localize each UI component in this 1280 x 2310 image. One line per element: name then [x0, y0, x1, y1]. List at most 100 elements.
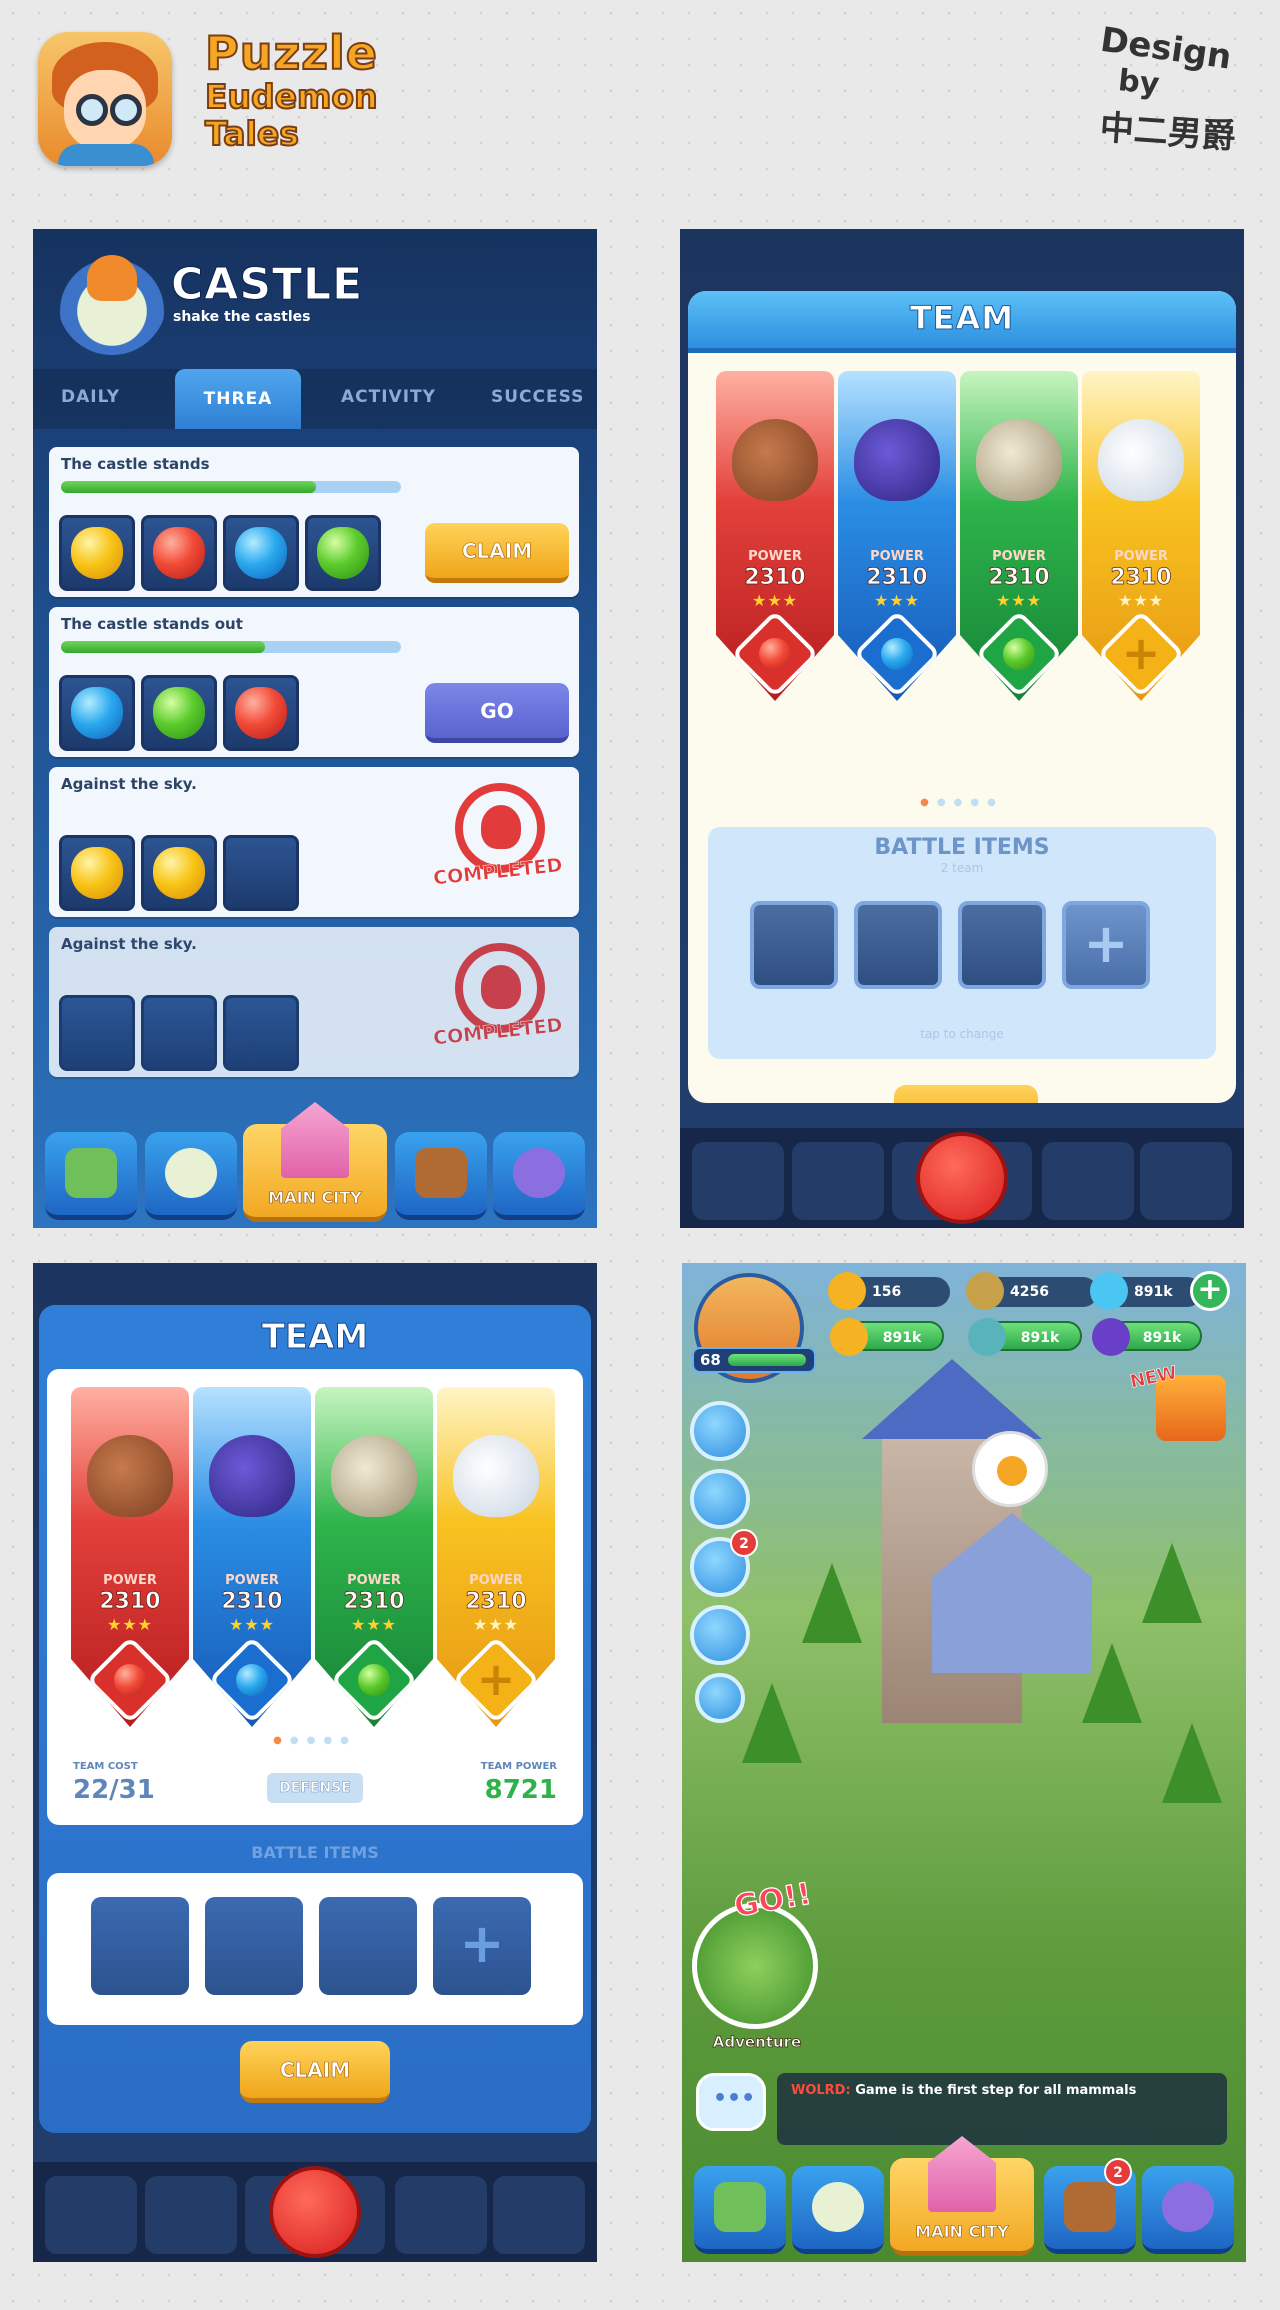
enter-button[interactable]: ENTER — [894, 1085, 1038, 1103]
nav-main-city[interactable]: MAIN CITY — [890, 2136, 1034, 2256]
paw-coin-icon — [830, 1318, 868, 1356]
team-cost-label: TEAM COST — [73, 1761, 138, 1772]
green-gem-icon — [317, 527, 369, 579]
energy-counter: 156 — [828, 1272, 950, 1310]
team-title: TEAM — [261, 1317, 369, 1358]
add-member-icon[interactable]: + — [452, 1636, 540, 1724]
battle-item-slot[interactable] — [854, 901, 942, 989]
team-member-card[interactable]: POWER 2310 ★★★ + — [437, 1387, 555, 1727]
fire-element-icon — [731, 610, 819, 698]
battle-item-slot[interactable] — [319, 1897, 417, 1995]
nav-shop[interactable] — [45, 1132, 137, 1220]
chat-message[interactable]: WOLRD: Game is the first step for all ma… — [777, 2073, 1227, 2145]
task-title: The castle stands out — [61, 615, 243, 633]
tab-daily[interactable]: DAILY — [61, 387, 120, 407]
bat-creature — [209, 1435, 295, 1517]
nav-achievement[interactable] — [1142, 2166, 1234, 2254]
dragon-emblem-icon — [269, 2166, 361, 2258]
dimmed-nav — [33, 2162, 597, 2262]
paw-bubble-icon[interactable] — [972, 1431, 1048, 1507]
tab-threa[interactable]: THREA — [175, 369, 301, 429]
defense-button[interactable]: DEFENSE — [267, 1773, 363, 1803]
diamond-counter: 891k — [1090, 1272, 1202, 1310]
cloud-button[interactable] — [695, 1673, 745, 1723]
claim-button[interactable]: CLAIM — [240, 2041, 390, 2103]
empty-slot — [223, 995, 299, 1071]
star-rating: ★★★ — [350, 1615, 398, 1634]
egg-icon — [812, 2182, 864, 2232]
add-item-button[interactable]: + — [433, 1897, 531, 1995]
tab-success[interactable]: SUCCESS — [491, 387, 584, 407]
team-member-card[interactable]: POWER 2310 ★★★ — [315, 1387, 433, 1727]
tab-activity[interactable]: ACTIVITY — [341, 387, 436, 407]
add-item-button[interactable]: + — [1062, 901, 1150, 989]
bird-creature — [1098, 419, 1184, 501]
star-rating: ★★★ — [106, 1615, 154, 1634]
nav-shop[interactable] — [694, 2166, 786, 2254]
bat-creature — [854, 419, 940, 501]
dragon-emblem-icon — [916, 1132, 1008, 1224]
empty-slot — [141, 995, 217, 1071]
battle-item-slot[interactable] — [91, 1897, 189, 1995]
task-card: Against the sky. COMPLETED — [49, 767, 579, 917]
nav-main-city[interactable]: MAIN CITY — [243, 1102, 387, 1222]
castle-title: CASTLE — [170, 259, 364, 311]
potion-icon — [1092, 1318, 1130, 1356]
team-member-card[interactable]: POWER 2310 ★★★ — [838, 371, 956, 701]
team-member-card[interactable]: POWER 2310 ★★★ — [716, 371, 834, 701]
team-modal: TEAM POWER 2310 ★★★ POWER 2310 ★★★ POWER… — [688, 291, 1236, 1103]
battle-item-slot[interactable] — [205, 1897, 303, 1995]
boar-creature — [87, 1435, 173, 1517]
gem-slot — [141, 675, 217, 751]
main-city-screen: 68 156 4256 891k + 891k 891k 891k 2 NEW … — [682, 1263, 1246, 2262]
red-gem-icon — [153, 527, 205, 579]
bird-creature — [453, 1435, 539, 1517]
chat-bubble-icon[interactable]: ••• — [696, 2073, 766, 2131]
nav-eudemon[interactable] — [145, 1132, 237, 1220]
team-header: TEAM — [688, 291, 1236, 353]
member-power: 2310 — [1110, 565, 1172, 591]
trophy-button[interactable] — [690, 1469, 750, 1529]
task-title: Against the sky. — [61, 935, 197, 953]
team-panel: TEAM POWER 2310 ★★★ POWER 2310 ★★★ POWER… — [39, 1305, 591, 2133]
nav-eudemon[interactable] — [792, 2166, 884, 2254]
potion-counter: 891k — [1092, 1318, 1202, 1356]
star-rating: ★★★ — [995, 591, 1043, 610]
add-currency-button[interactable]: + — [1190, 1271, 1230, 1311]
member-power: 2310 — [221, 1589, 283, 1615]
team-member-card[interactable]: POWER 2310 ★★★ — [193, 1387, 311, 1727]
gem-slot — [141, 835, 217, 911]
nav-book[interactable] — [395, 1132, 487, 1220]
swords-counter: 4256 — [966, 1272, 1098, 1310]
flag-button[interactable] — [690, 1605, 750, 1665]
battle-items-label: BATTLE ITEMS — [874, 835, 1050, 860]
gem-slot — [223, 515, 299, 591]
blue-gem-icon — [71, 687, 123, 739]
castle-screen: CASTLE shake the castles DAILY THREA ACT… — [33, 229, 597, 1228]
task-card: The castle stands CLAIM — [49, 447, 579, 597]
gem-slot — [59, 515, 135, 591]
go-button[interactable]: GO — [425, 683, 569, 743]
battle-item-slot[interactable] — [958, 901, 1046, 989]
star-rating: ★★★ — [751, 591, 799, 610]
green-gem-icon — [153, 687, 205, 739]
add-member-icon[interactable]: + — [1097, 610, 1185, 698]
app-icon — [38, 32, 172, 166]
shop-icon — [714, 2182, 766, 2232]
claim-button[interactable]: CLAIM — [425, 523, 569, 583]
team-member-card[interactable]: POWER 2310 ★★★ — [71, 1387, 189, 1727]
star-rating: ★★★ — [1117, 591, 1165, 610]
swords-icon — [966, 1272, 1004, 1310]
dimmed-nav — [680, 1128, 1244, 1228]
team-member-card[interactable]: POWER 2310 ★★★ — [960, 371, 1078, 701]
yellow-gem-icon — [153, 847, 205, 899]
completed-stamp: COMPLETED — [432, 783, 564, 903]
battle-item-slot[interactable] — [750, 901, 838, 989]
adventure-button[interactable] — [692, 1903, 818, 2029]
nav-achievement[interactable] — [493, 1132, 585, 1220]
team-member-card[interactable]: POWER 2310 ★★★ + — [1082, 371, 1200, 701]
pet-button[interactable] — [690, 1401, 750, 1461]
nav-badge: 2 — [1104, 2158, 1132, 2186]
sheep-creature — [976, 419, 1062, 501]
member-power: 2310 — [744, 565, 806, 591]
